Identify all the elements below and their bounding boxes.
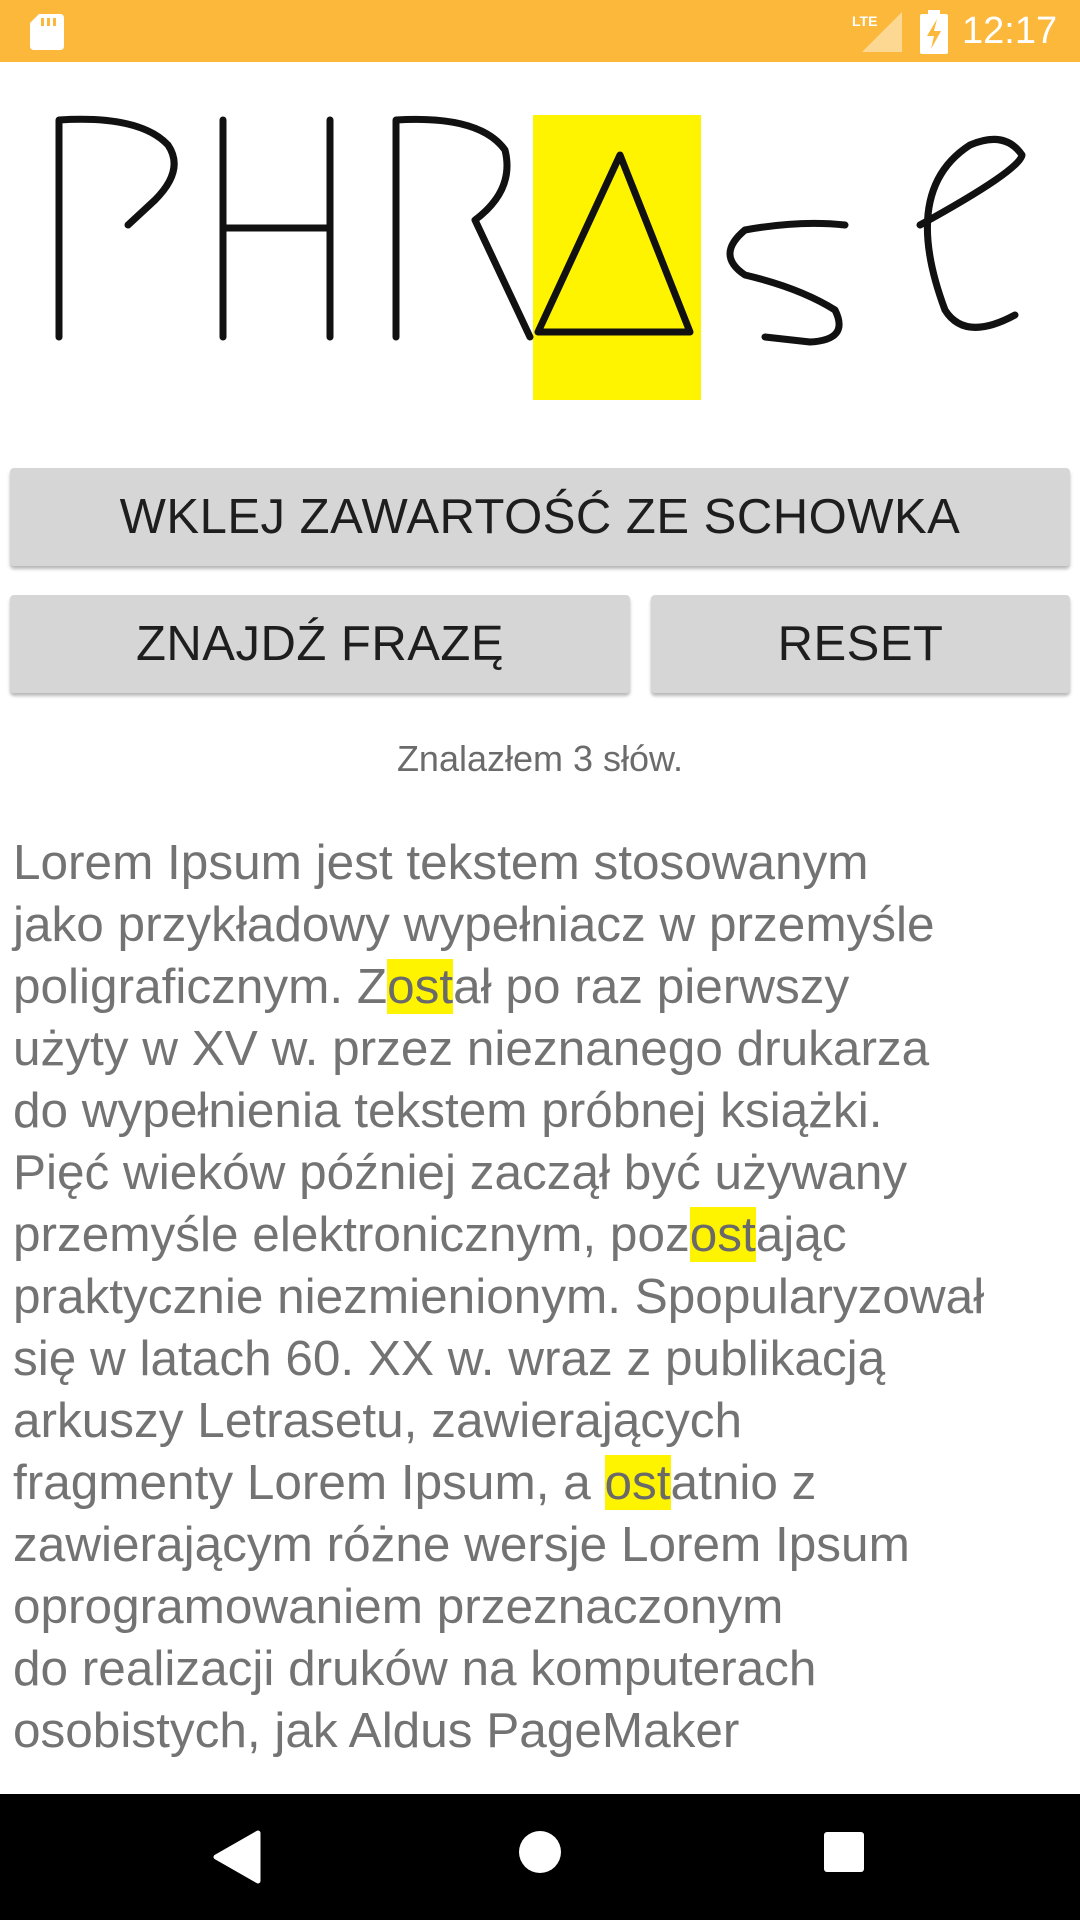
text-line: do wypełnienia tekstem próbnej książki. xyxy=(13,1080,1077,1142)
text-line: zawierającym różne wersje Lorem Ipsum xyxy=(13,1514,1077,1576)
recents-icon[interactable] xyxy=(823,1831,865,1873)
text-segment: użyty w XV w. przez nieznanego drukarza xyxy=(13,1021,930,1076)
text-line: do realizacji druków na komputerach xyxy=(13,1638,1077,1700)
text-line: użyty w XV w. przez nieznanego drukarza xyxy=(13,1018,1077,1080)
text-segment: osobistych, jak Aldus PageMaker xyxy=(13,1703,740,1758)
text-segment: ając xyxy=(755,1207,847,1262)
highlighted-match: ost xyxy=(604,1455,671,1510)
reset-button[interactable]: RESET xyxy=(651,595,1070,693)
text-segment: oprogramowaniem przeznaczonym xyxy=(13,1579,784,1634)
text-segment: Lorem Ipsum jest tekstem stosowanym xyxy=(13,835,869,890)
lte-signal-icon: LTE xyxy=(852,12,902,52)
text-line: Lorem Ipsum jest tekstem stosowanym xyxy=(13,832,1077,894)
text-segment: do realizacji druków na komputerach xyxy=(13,1641,817,1696)
text-segment: do wypełnienia tekstem próbnej książki. xyxy=(13,1083,883,1138)
text-segment: fragmenty Lorem Ipsum, a xyxy=(13,1455,605,1510)
highlighted-match: ost xyxy=(387,959,454,1014)
text-segment: ał po raz pierwszy xyxy=(453,959,850,1014)
text-line: praktycznie niezmienionym. Spopularyzowa… xyxy=(13,1266,1077,1328)
find-phrase-button[interactable]: ZNAJDŹ FRAZĘ xyxy=(10,595,630,693)
text-line: jako przykładowy wypełniacz w przemyśle xyxy=(13,894,1077,956)
text-segment: jako przykładowy wypełniacz w przemyśle xyxy=(13,897,935,952)
text-segment: poligraficznym. Z xyxy=(13,959,388,1014)
text-line: się w latach 60. XX w. wraz z publikacją xyxy=(13,1328,1077,1390)
sd-card-icon xyxy=(30,14,64,50)
back-icon[interactable] xyxy=(212,1830,262,1884)
clock: 12:17 xyxy=(962,10,1058,52)
navigation-bar xyxy=(0,1794,1080,1920)
paste-from-clipboard-button[interactable]: WKLEJ ZAWARTOŚĆ ZE SCHOWKA xyxy=(10,468,1070,566)
status-bar: LTE 12:17 xyxy=(0,0,1080,62)
text-line: poligraficznym. Został po raz pierwszy xyxy=(13,956,1077,1018)
paste-button-label: WKLEJ ZAWARTOŚĆ ZE SCHOWKA xyxy=(119,490,961,544)
battery-charging-icon xyxy=(920,10,948,54)
text-line: fragmenty Lorem Ipsum, a ostatnio z xyxy=(13,1452,1077,1514)
svg-text:LTE: LTE xyxy=(852,13,877,29)
text-line: oprogramowaniem przeznaczonym xyxy=(13,1576,1077,1638)
text-segment: przemyśle elektronicznym, poz xyxy=(13,1207,690,1262)
reset-button-label: RESET xyxy=(777,617,944,671)
text-segment: Pięć wieków później zaczął być używany xyxy=(13,1145,908,1200)
text-segment: atnio z xyxy=(670,1455,817,1510)
text-line: osobistych, jak Aldus PageMaker xyxy=(13,1700,1077,1762)
find-button-label: ZNAJDŹ FRAZĘ xyxy=(135,617,505,671)
phrase-logo xyxy=(55,115,1026,400)
text-segment: zawierającym różne wersje Lorem Ipsum xyxy=(13,1517,910,1572)
text-content: Lorem Ipsum jest tekstem stosowanym jako … xyxy=(13,832,1077,1762)
text-segment: praktycznie niezmienionym. Spopularyzowa… xyxy=(13,1269,985,1324)
result-message: Znalazłem 3 słów. xyxy=(396,738,684,779)
highlighted-match: ost xyxy=(689,1207,756,1262)
text-line: arkuszy Letrasetu, zawierających xyxy=(13,1390,1077,1452)
home-icon[interactable] xyxy=(518,1830,562,1874)
text-segment: arkuszy Letrasetu, zawierających xyxy=(13,1393,743,1448)
text-segment: się w latach 60. XX w. wraz z publikacją xyxy=(13,1331,886,1386)
text-line: przemyśle elektronicznym, pozostając xyxy=(13,1204,1077,1266)
text-line: Pięć wieków później zaczął być używany xyxy=(13,1142,1077,1204)
